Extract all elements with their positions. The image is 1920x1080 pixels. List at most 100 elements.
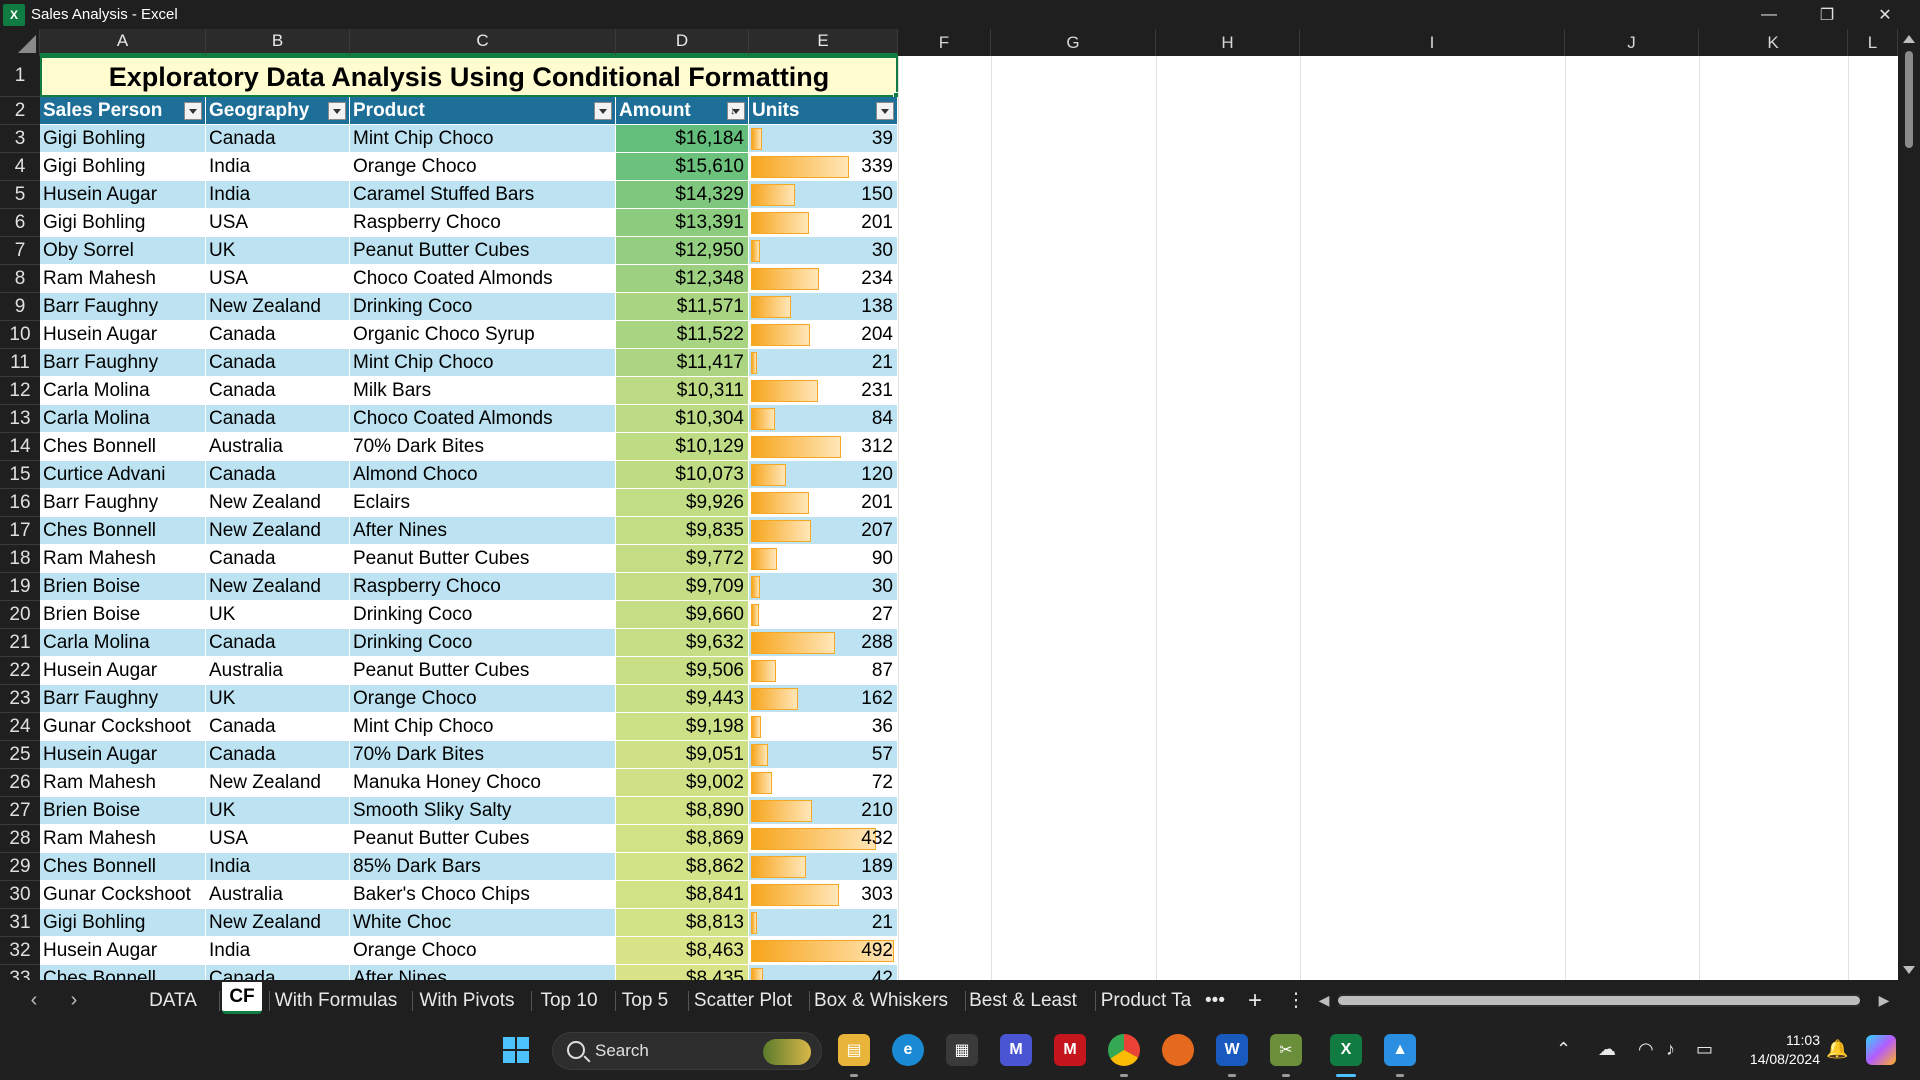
- firefox-icon[interactable]: [1162, 1034, 1194, 1066]
- horizontal-scroll-thumb[interactable]: [1338, 996, 1860, 1005]
- cell-sales-person[interactable]: Gunar Cockshoot: [40, 881, 206, 909]
- cell-product[interactable]: Choco Coated Almonds: [350, 265, 616, 293]
- sheet-tab-product-ta[interactable]: Product Ta: [1098, 980, 1194, 1021]
- cell-amount[interactable]: $9,051: [616, 741, 749, 769]
- cell-sales-person[interactable]: Husein Augar: [40, 741, 206, 769]
- edge-icon[interactable]: e: [892, 1034, 924, 1066]
- cell-units[interactable]: 57: [749, 741, 898, 769]
- sheet-tab-top-10[interactable]: Top 10: [534, 980, 604, 1021]
- restore-button[interactable]: ❐: [1798, 0, 1856, 29]
- cell-sales-person[interactable]: Gigi Bohling: [40, 125, 206, 153]
- minimize-button[interactable]: —: [1740, 0, 1798, 29]
- cell-sales-person[interactable]: Barr Faughny: [40, 293, 206, 321]
- chrome-icon[interactable]: [1108, 1034, 1140, 1066]
- cell-amount[interactable]: $8,813: [616, 909, 749, 937]
- row-header[interactable]: 5: [0, 181, 40, 209]
- cell-units[interactable]: 432: [749, 825, 898, 853]
- filter-dropdown-icon[interactable]: [876, 102, 894, 120]
- row-header[interactable]: 12: [0, 377, 40, 405]
- cell-units[interactable]: 210: [749, 797, 898, 825]
- cell-geography[interactable]: India: [206, 153, 350, 181]
- select-all-corner[interactable]: [0, 29, 40, 56]
- row-header[interactable]: 6: [0, 209, 40, 237]
- cell-sales-person[interactable]: Husein Augar: [40, 181, 206, 209]
- battery-icon[interactable]: ▭: [1696, 1039, 1713, 1060]
- cell-units[interactable]: 150: [749, 181, 898, 209]
- cell-amount[interactable]: $10,311: [616, 377, 749, 405]
- row-header[interactable]: 30: [0, 881, 40, 909]
- cell-units[interactable]: 138: [749, 293, 898, 321]
- cell-units[interactable]: 201: [749, 209, 898, 237]
- cell-amount[interactable]: $9,443: [616, 685, 749, 713]
- cell-geography[interactable]: New Zealand: [206, 769, 350, 797]
- cell-product[interactable]: Orange Choco: [350, 937, 616, 965]
- scroll-up-icon[interactable]: [1903, 35, 1915, 43]
- cell-amount[interactable]: $11,417: [616, 349, 749, 377]
- cell-product[interactable]: Baker's Choco Chips: [350, 881, 616, 909]
- cell-units[interactable]: 234: [749, 265, 898, 293]
- row-header[interactable]: 28: [0, 825, 40, 853]
- taskbar-clock[interactable]: 11:03 14/08/2024: [1730, 1031, 1820, 1069]
- cell-sales-person[interactable]: Carla Molina: [40, 377, 206, 405]
- math-app-icon[interactable]: M: [1000, 1034, 1032, 1066]
- cell-sales-person[interactable]: Gigi Bohling: [40, 209, 206, 237]
- cell-product[interactable]: Peanut Butter Cubes: [350, 657, 616, 685]
- sheet-tab-best-least[interactable]: Best & Least: [968, 980, 1078, 1021]
- cell-amount[interactable]: $8,435: [616, 965, 749, 980]
- cell-geography[interactable]: USA: [206, 265, 350, 293]
- row-header[interactable]: 9: [0, 293, 40, 321]
- column-header-i[interactable]: I: [1300, 29, 1565, 56]
- cell-product[interactable]: Smooth Sliky Salty: [350, 797, 616, 825]
- cell-product[interactable]: After Nines: [350, 965, 616, 980]
- cell-geography[interactable]: India: [206, 181, 350, 209]
- snipping-tool-icon[interactable]: ✂: [1270, 1034, 1302, 1066]
- cell-sales-person[interactable]: Carla Molina: [40, 629, 206, 657]
- photos-icon[interactable]: ▲: [1384, 1034, 1416, 1066]
- more-sheets-icon[interactable]: •••: [1200, 980, 1230, 1021]
- sheet-tab-box-whiskers[interactable]: Box & Whiskers: [812, 980, 950, 1021]
- vertical-scrollbar[interactable]: [1898, 29, 1920, 980]
- row-header[interactable]: 4: [0, 153, 40, 181]
- excel-taskbar-icon[interactable]: X: [1330, 1034, 1362, 1066]
- cell-amount[interactable]: $16,184: [616, 125, 749, 153]
- cell-amount[interactable]: $9,709: [616, 573, 749, 601]
- cell-sales-person[interactable]: Ram Mahesh: [40, 769, 206, 797]
- cell-geography[interactable]: Canada: [206, 125, 350, 153]
- cell-geography[interactable]: Canada: [206, 713, 350, 741]
- cell-geography[interactable]: Canada: [206, 545, 350, 573]
- column-header-k[interactable]: K: [1699, 29, 1848, 56]
- onedrive-icon[interactable]: ☁: [1598, 1039, 1616, 1060]
- cell-units[interactable]: 189: [749, 853, 898, 881]
- column-header-j[interactable]: J: [1565, 29, 1699, 56]
- next-sheet-icon[interactable]: ›: [54, 980, 94, 1021]
- cell-sales-person[interactable]: Barr Faughny: [40, 489, 206, 517]
- row-header[interactable]: 33: [0, 965, 40, 981]
- cell-product[interactable]: After Nines: [350, 517, 616, 545]
- cell-geography[interactable]: New Zealand: [206, 489, 350, 517]
- column-header-e[interactable]: E: [749, 29, 898, 56]
- cell-sales-person[interactable]: Brien Boise: [40, 797, 206, 825]
- cell-sales-person[interactable]: Ches Bonnell: [40, 965, 206, 980]
- row-header[interactable]: 32: [0, 937, 40, 965]
- row-header[interactable]: 24: [0, 713, 40, 741]
- mcafee-icon[interactable]: M: [1054, 1034, 1086, 1066]
- hscroll-left-icon[interactable]: ◀: [1306, 980, 1342, 1021]
- cell-amount[interactable]: $10,304: [616, 405, 749, 433]
- cell-units[interactable]: 72: [749, 769, 898, 797]
- cell-sales-person[interactable]: Husein Augar: [40, 657, 206, 685]
- row-header[interactable]: 10: [0, 321, 40, 349]
- copilot-icon[interactable]: [1866, 1035, 1896, 1065]
- cell-area[interactable]: Exploratory Data Analysis Using Conditio…: [40, 56, 1898, 980]
- sheet-tab-cf[interactable]: CF: [222, 982, 262, 1014]
- cell-amount[interactable]: $13,391: [616, 209, 749, 237]
- column-header-b[interactable]: B: [206, 29, 350, 56]
- cell-units[interactable]: 339: [749, 153, 898, 181]
- cell-sales-person[interactable]: Ram Mahesh: [40, 825, 206, 853]
- vertical-scroll-thumb[interactable]: [1905, 51, 1913, 148]
- column-header-f[interactable]: F: [898, 29, 991, 56]
- notification-bell-icon[interactable]: 🔔: [1826, 1039, 1848, 1060]
- row-header[interactable]: 22: [0, 657, 40, 685]
- scroll-down-icon[interactable]: [1903, 966, 1915, 974]
- cell-geography[interactable]: Australia: [206, 433, 350, 461]
- cell-units[interactable]: 30: [749, 573, 898, 601]
